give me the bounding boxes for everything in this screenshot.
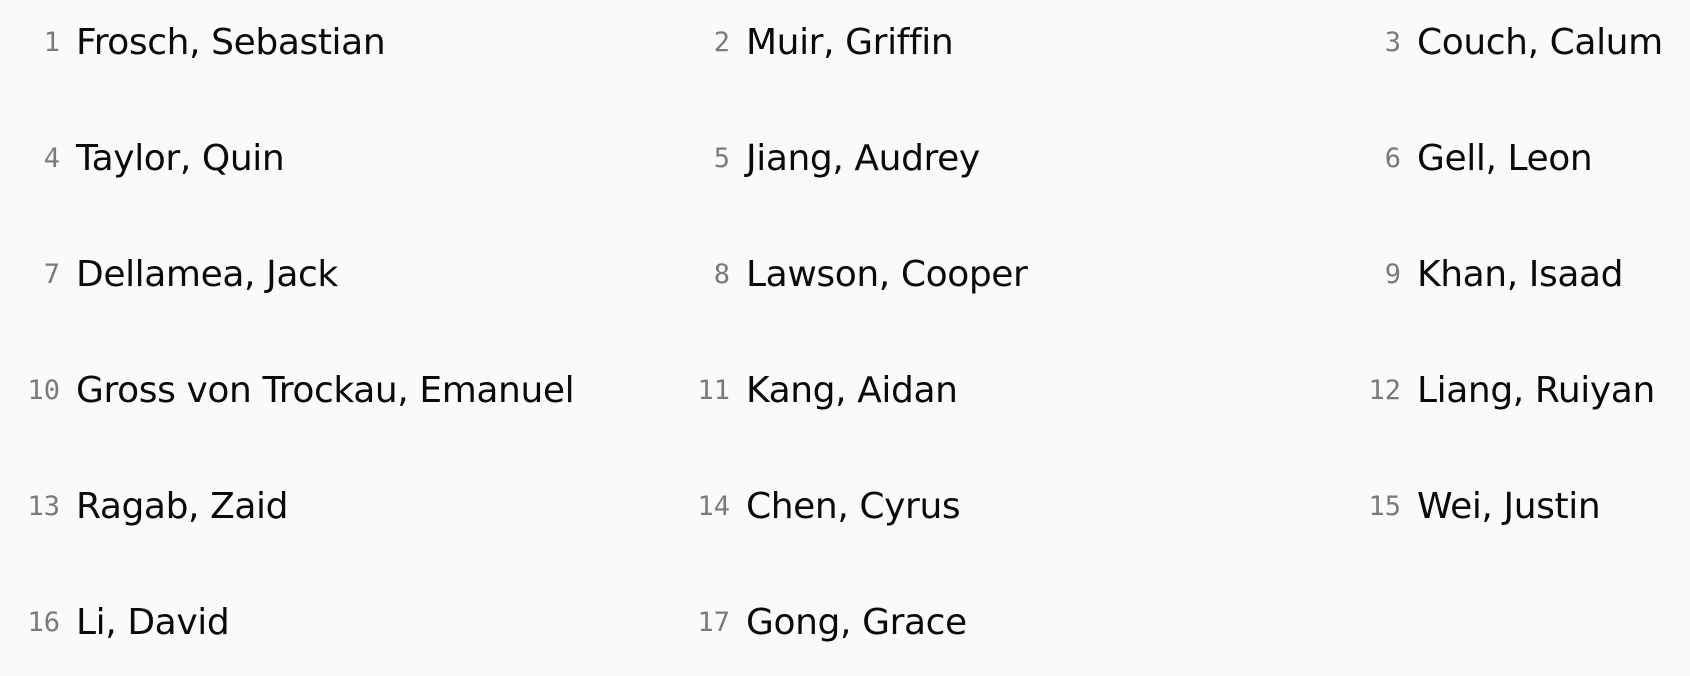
roster-name: Frosch, Sebastian [76, 21, 386, 63]
roster-name: Gong, Grace [746, 601, 967, 643]
roster-name: Jiang, Audrey [746, 137, 980, 179]
roster-item[interactable]: 14 Chen, Cyrus [670, 476, 960, 536]
roster-item[interactable]: 10 Gross von Trockau, Emanuel [0, 360, 574, 420]
roster-number: 13 [27, 490, 60, 522]
roster-number: 14 [697, 490, 730, 522]
roster-name: Dellamea, Jack [76, 253, 338, 295]
roster-item[interactable]: 12 Liang, Ruiyan [1341, 360, 1655, 420]
roster-name: Taylor, Quin [76, 137, 285, 179]
roster-number: 9 [1384, 258, 1401, 290]
roster-number: 2 [713, 26, 730, 58]
roster-item[interactable]: 1 Frosch, Sebastian [0, 12, 386, 72]
roster-name: Gross von Trockau, Emanuel [76, 369, 575, 411]
roster-grid: 1 Frosch, Sebastian 2 Muir, Griffin 3 Co… [0, 0, 1690, 676]
roster-item[interactable]: 5 Jiang, Audrey [670, 128, 980, 188]
roster-item[interactable]: 16 Li, David [0, 592, 229, 652]
roster-name: Lawson, Cooper [746, 253, 1028, 295]
roster-number: 7 [43, 258, 60, 290]
roster-name: Muir, Griffin [746, 21, 954, 63]
roster-number: 15 [1368, 490, 1401, 522]
roster-name: Couch, Calum [1417, 21, 1663, 63]
roster-item[interactable]: 7 Dellamea, Jack [0, 244, 338, 304]
roster-number: 11 [697, 374, 730, 406]
roster-item[interactable]: 17 Gong, Grace [670, 592, 967, 652]
roster-number: 4 [43, 142, 60, 174]
roster-name: Kang, Aidan [746, 369, 958, 411]
roster-item[interactable]: 2 Muir, Griffin [670, 12, 954, 72]
roster-name: Khan, Isaad [1417, 253, 1624, 295]
roster-number: 16 [27, 606, 60, 638]
roster-name: Liang, Ruiyan [1417, 369, 1655, 411]
roster-number: 6 [1384, 142, 1401, 174]
roster-number: 10 [27, 374, 60, 406]
roster-item[interactable]: 13 Ragab, Zaid [0, 476, 288, 536]
roster-item[interactable]: 11 Kang, Aidan [670, 360, 958, 420]
roster-number: 5 [713, 142, 730, 174]
roster-name: Ragab, Zaid [76, 485, 289, 527]
roster-number: 1 [43, 26, 60, 58]
roster-name: Li, David [76, 601, 230, 643]
roster-item[interactable]: 4 Taylor, Quin [0, 128, 285, 188]
roster-name: Wei, Justin [1417, 485, 1601, 527]
roster-item[interactable]: 15 Wei, Justin [1341, 476, 1600, 536]
roster-item[interactable]: 8 Lawson, Cooper [670, 244, 1028, 304]
roster-number: 17 [697, 606, 730, 638]
roster-item[interactable]: 6 Gell, Leon [1341, 128, 1593, 188]
roster-number: 8 [713, 258, 730, 290]
roster-number: 12 [1368, 374, 1401, 406]
roster-name: Gell, Leon [1417, 137, 1593, 179]
roster-item[interactable]: 3 Couch, Calum [1341, 12, 1663, 72]
roster-item[interactable]: 9 Khan, Isaad [1341, 244, 1624, 304]
roster-name: Chen, Cyrus [746, 485, 961, 527]
roster-number: 3 [1384, 26, 1401, 58]
